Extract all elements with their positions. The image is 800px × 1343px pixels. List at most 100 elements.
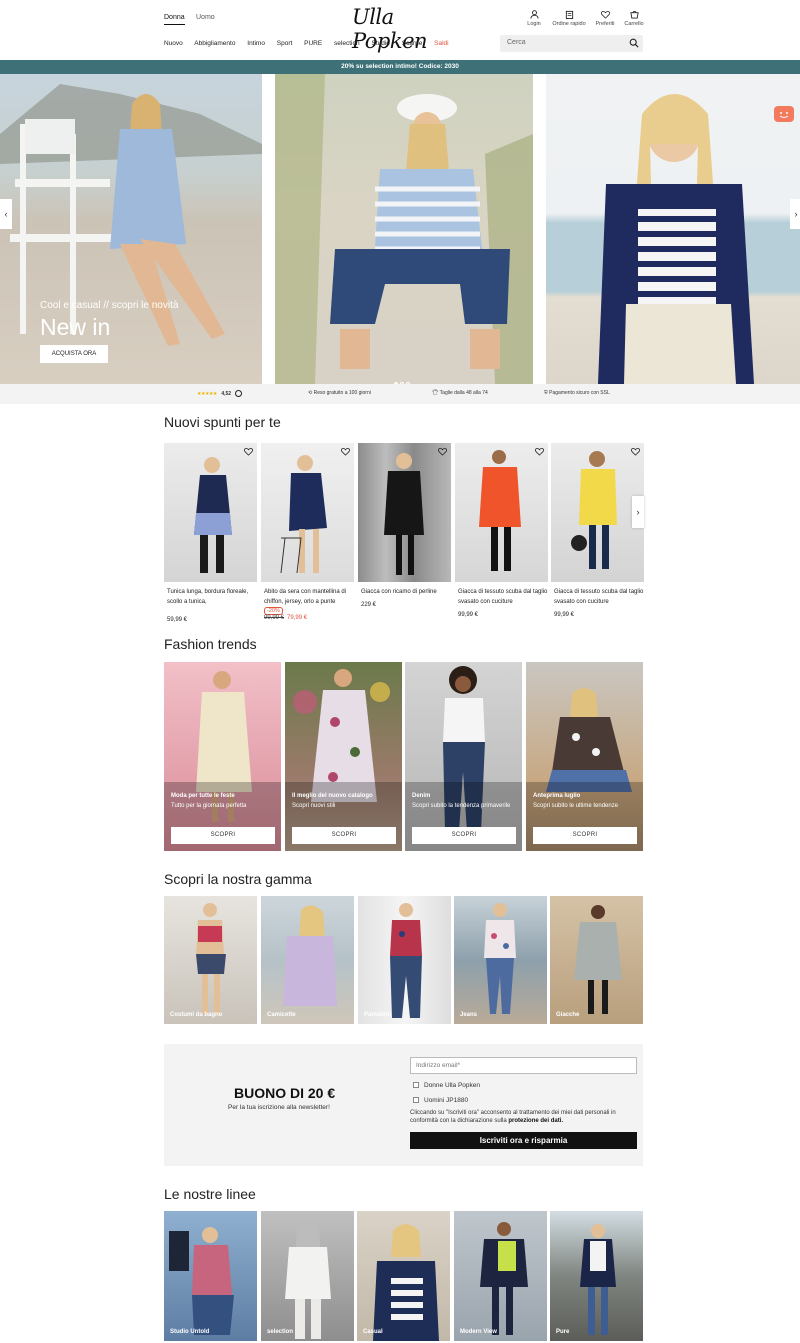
hero-dots — [394, 373, 412, 384]
hero-slide-stripes[interactable] — [546, 74, 800, 384]
product-card[interactable]: Tunica lunga, bordura floreale, scollo a… — [164, 443, 257, 623]
category-label: Costumi da bagno — [170, 1012, 223, 1018]
brand-line-tile[interactable]: Studio Untold — [164, 1211, 257, 1341]
checkbox-men-label: Uomini JP1880 — [424, 1097, 469, 1104]
hero-carousel: Cool e casual // scopri le novità New in… — [0, 74, 800, 384]
heart-icon[interactable] — [631, 447, 640, 456]
login-button[interactable]: Login — [514, 10, 554, 27]
brand-line-tile[interactable]: Modern View — [454, 1211, 547, 1341]
rating-widget[interactable]: ★★★★★ 4,52 — [197, 390, 243, 397]
heart-icon[interactable] — [438, 447, 447, 456]
nav-item-saldi[interactable]: Saldi — [434, 40, 448, 47]
product-image[interactable] — [358, 443, 451, 582]
nav-item-abbigliamento[interactable]: Abbigliamento — [194, 40, 235, 47]
search-input[interactable]: Cerca — [500, 35, 643, 52]
trend-card[interactable]: Moda per tutte le feste Tutto per la gior… — [164, 662, 281, 851]
usp-sizes-label: Taglie dalla 48 alla 74 — [439, 390, 488, 396]
nav-item-nuovo[interactable]: Nuovo — [164, 40, 183, 47]
hero-next-button[interactable]: › — [790, 199, 800, 229]
product-card[interactable]: Giacca di tessuto scuba dal taglio svasa… — [551, 443, 644, 618]
discover-button[interactable]: SCOPRI — [533, 827, 637, 844]
quick-order-icon — [565, 10, 573, 19]
return-icon: ⟲ — [308, 390, 313, 396]
chat-widget-button[interactable] — [774, 106, 794, 122]
heart-icon[interactable] — [341, 447, 350, 456]
discover-button[interactable]: SCOPRI — [412, 827, 516, 844]
usp-payment-label: Pagamento sicuro con SSL — [549, 390, 610, 396]
sale-price: 79,99 € — [287, 615, 308, 621]
category-label: Camicette — [267, 1012, 296, 1018]
shirt-icon: 👕︎ — [432, 390, 439, 396]
category-tile[interactable]: Jeans — [454, 896, 547, 1024]
category-image — [484, 903, 516, 1014]
cart-button[interactable]: Carrello — [614, 10, 654, 27]
email-field[interactable]: Indirizzo email* — [410, 1057, 637, 1074]
discover-button[interactable]: SCOPRI — [171, 827, 275, 844]
product-name[interactable]: Giacca con ricamo di perline — [358, 587, 451, 597]
hero-slide-dunes[interactable] — [275, 74, 533, 384]
trend-subtitle: Scopri nuovi stili — [292, 803, 336, 809]
brand-line-tile[interactable]: Casual — [357, 1211, 450, 1341]
discover-button[interactable]: SCOPRI — [292, 827, 396, 844]
nav-item-scarpe[interactable]: Scarpe — [402, 40, 423, 47]
product-image[interactable] — [551, 443, 644, 582]
trend-title: Il meglio del nuovo catalogo — [292, 793, 373, 799]
heart-icon[interactable] — [244, 447, 253, 456]
privacy-link[interactable]: protezione dei dati. — [508, 1118, 563, 1124]
product-name[interactable]: Abito da sera con mantellina di chiffon,… — [261, 587, 354, 607]
range-title: Scopri la nostra gamma — [164, 871, 312, 887]
nav-item-pure[interactable]: PURE — [304, 40, 322, 47]
heart-icon — [600, 10, 610, 19]
trend-subtitle: Tutto per la giornata perfetta — [171, 803, 247, 809]
usp-bar: ★★★★★ 4,52 ⟲ Reso gratuito a 100 giorni … — [0, 384, 800, 404]
trend-caption: Il meglio del nuovo catalogo Scopri nuovi… — [292, 793, 373, 809]
brand-line-tile[interactable]: selection — [261, 1211, 354, 1341]
product-name[interactable]: Giacca di tessuto scuba dal taglio svasa… — [455, 587, 548, 607]
nav-item-intimo[interactable]: Intimo — [247, 40, 265, 47]
hero-prev-button[interactable]: ‹ — [0, 199, 12, 229]
nav-item-selection[interactable]: selection — [334, 40, 360, 47]
product-name[interactable]: Giacca di tessuto scuba dal taglio svasa… — [551, 587, 644, 607]
trend-card[interactable]: Anteprima luglio Scopri subito le ultime … — [526, 662, 643, 851]
brand-logo[interactable]: Ulla Popken — [352, 5, 456, 53]
tab-donna[interactable]: Donna — [164, 14, 185, 25]
site-header: Donna Uomo Ulla Popken Login Ordine rapi… — [0, 0, 800, 60]
heart-icon[interactable] — [535, 447, 544, 456]
shop-now-button[interactable]: ACQUISTA ORA — [40, 345, 108, 363]
brand-line-tile[interactable]: Pure — [550, 1211, 643, 1341]
products-next-button[interactable]: › — [632, 496, 644, 528]
brand-line-image — [285, 1220, 331, 1339]
usp-sizes: 👕︎ Taglie dalla 48 alla 74 — [432, 390, 488, 396]
product-price: 59,99 € — [167, 617, 188, 623]
hero-slide-beach-chair[interactable]: Cool e casual // scopri le novità New in… — [0, 74, 262, 384]
category-tile[interactable]: Costumi da bagno — [164, 896, 257, 1024]
nav-item-sport[interactable]: Sport — [277, 40, 293, 47]
product-name[interactable]: Tunica lunga, bordura floreale, scollo a… — [164, 587, 257, 607]
checkbox-women[interactable]: Donne Ulla Popken — [413, 1082, 480, 1089]
product-card[interactable]: Giacca di tessuto scuba dal taglio svasa… — [455, 443, 548, 618]
promo-banner[interactable]: 20% su selection intimo! Codice: 2030 — [0, 60, 800, 74]
product-image[interactable] — [261, 443, 354, 582]
category-tile[interactable]: Pantaloni — [358, 896, 451, 1024]
category-tile[interactable]: Camicette — [261, 896, 354, 1024]
product-image[interactable] — [455, 443, 548, 582]
checkbox-box[interactable] — [413, 1097, 419, 1103]
brand-line-image — [580, 1224, 616, 1335]
product-card[interactable]: Giacca con ricamo di perline 229 € — [358, 443, 451, 608]
quick-order-button[interactable]: Ordine rapido — [549, 10, 589, 27]
trend-card[interactable]: Denim Scopri subito la tendenza primaveri… — [405, 662, 522, 851]
search-icon[interactable] — [629, 38, 639, 48]
category-tile[interactable]: Giacche — [550, 896, 643, 1024]
old-price: 99,99 € — [264, 615, 285, 621]
newsletter-subtitle: Per la tua iscrizione alla newsletter! — [228, 1104, 330, 1111]
checkbox-men[interactable]: Uomini JP1880 — [413, 1097, 468, 1104]
trend-caption: Moda per tutte le feste Tutto per la gior… — [171, 793, 247, 809]
category-image — [196, 903, 226, 1014]
subscribe-button[interactable]: Iscriviti ora e risparmia — [410, 1132, 637, 1149]
trend-card[interactable]: Il meglio del nuovo catalogo Scopri nuovi… — [285, 662, 402, 851]
checkbox-box[interactable] — [413, 1082, 419, 1088]
product-card[interactable]: Abito da sera con mantellina di chiffon,… — [261, 443, 354, 621]
tab-uomo[interactable]: Uomo — [196, 14, 215, 21]
product-image[interactable] — [164, 443, 257, 582]
nav-item-studio[interactable]: Studio — [371, 40, 389, 47]
